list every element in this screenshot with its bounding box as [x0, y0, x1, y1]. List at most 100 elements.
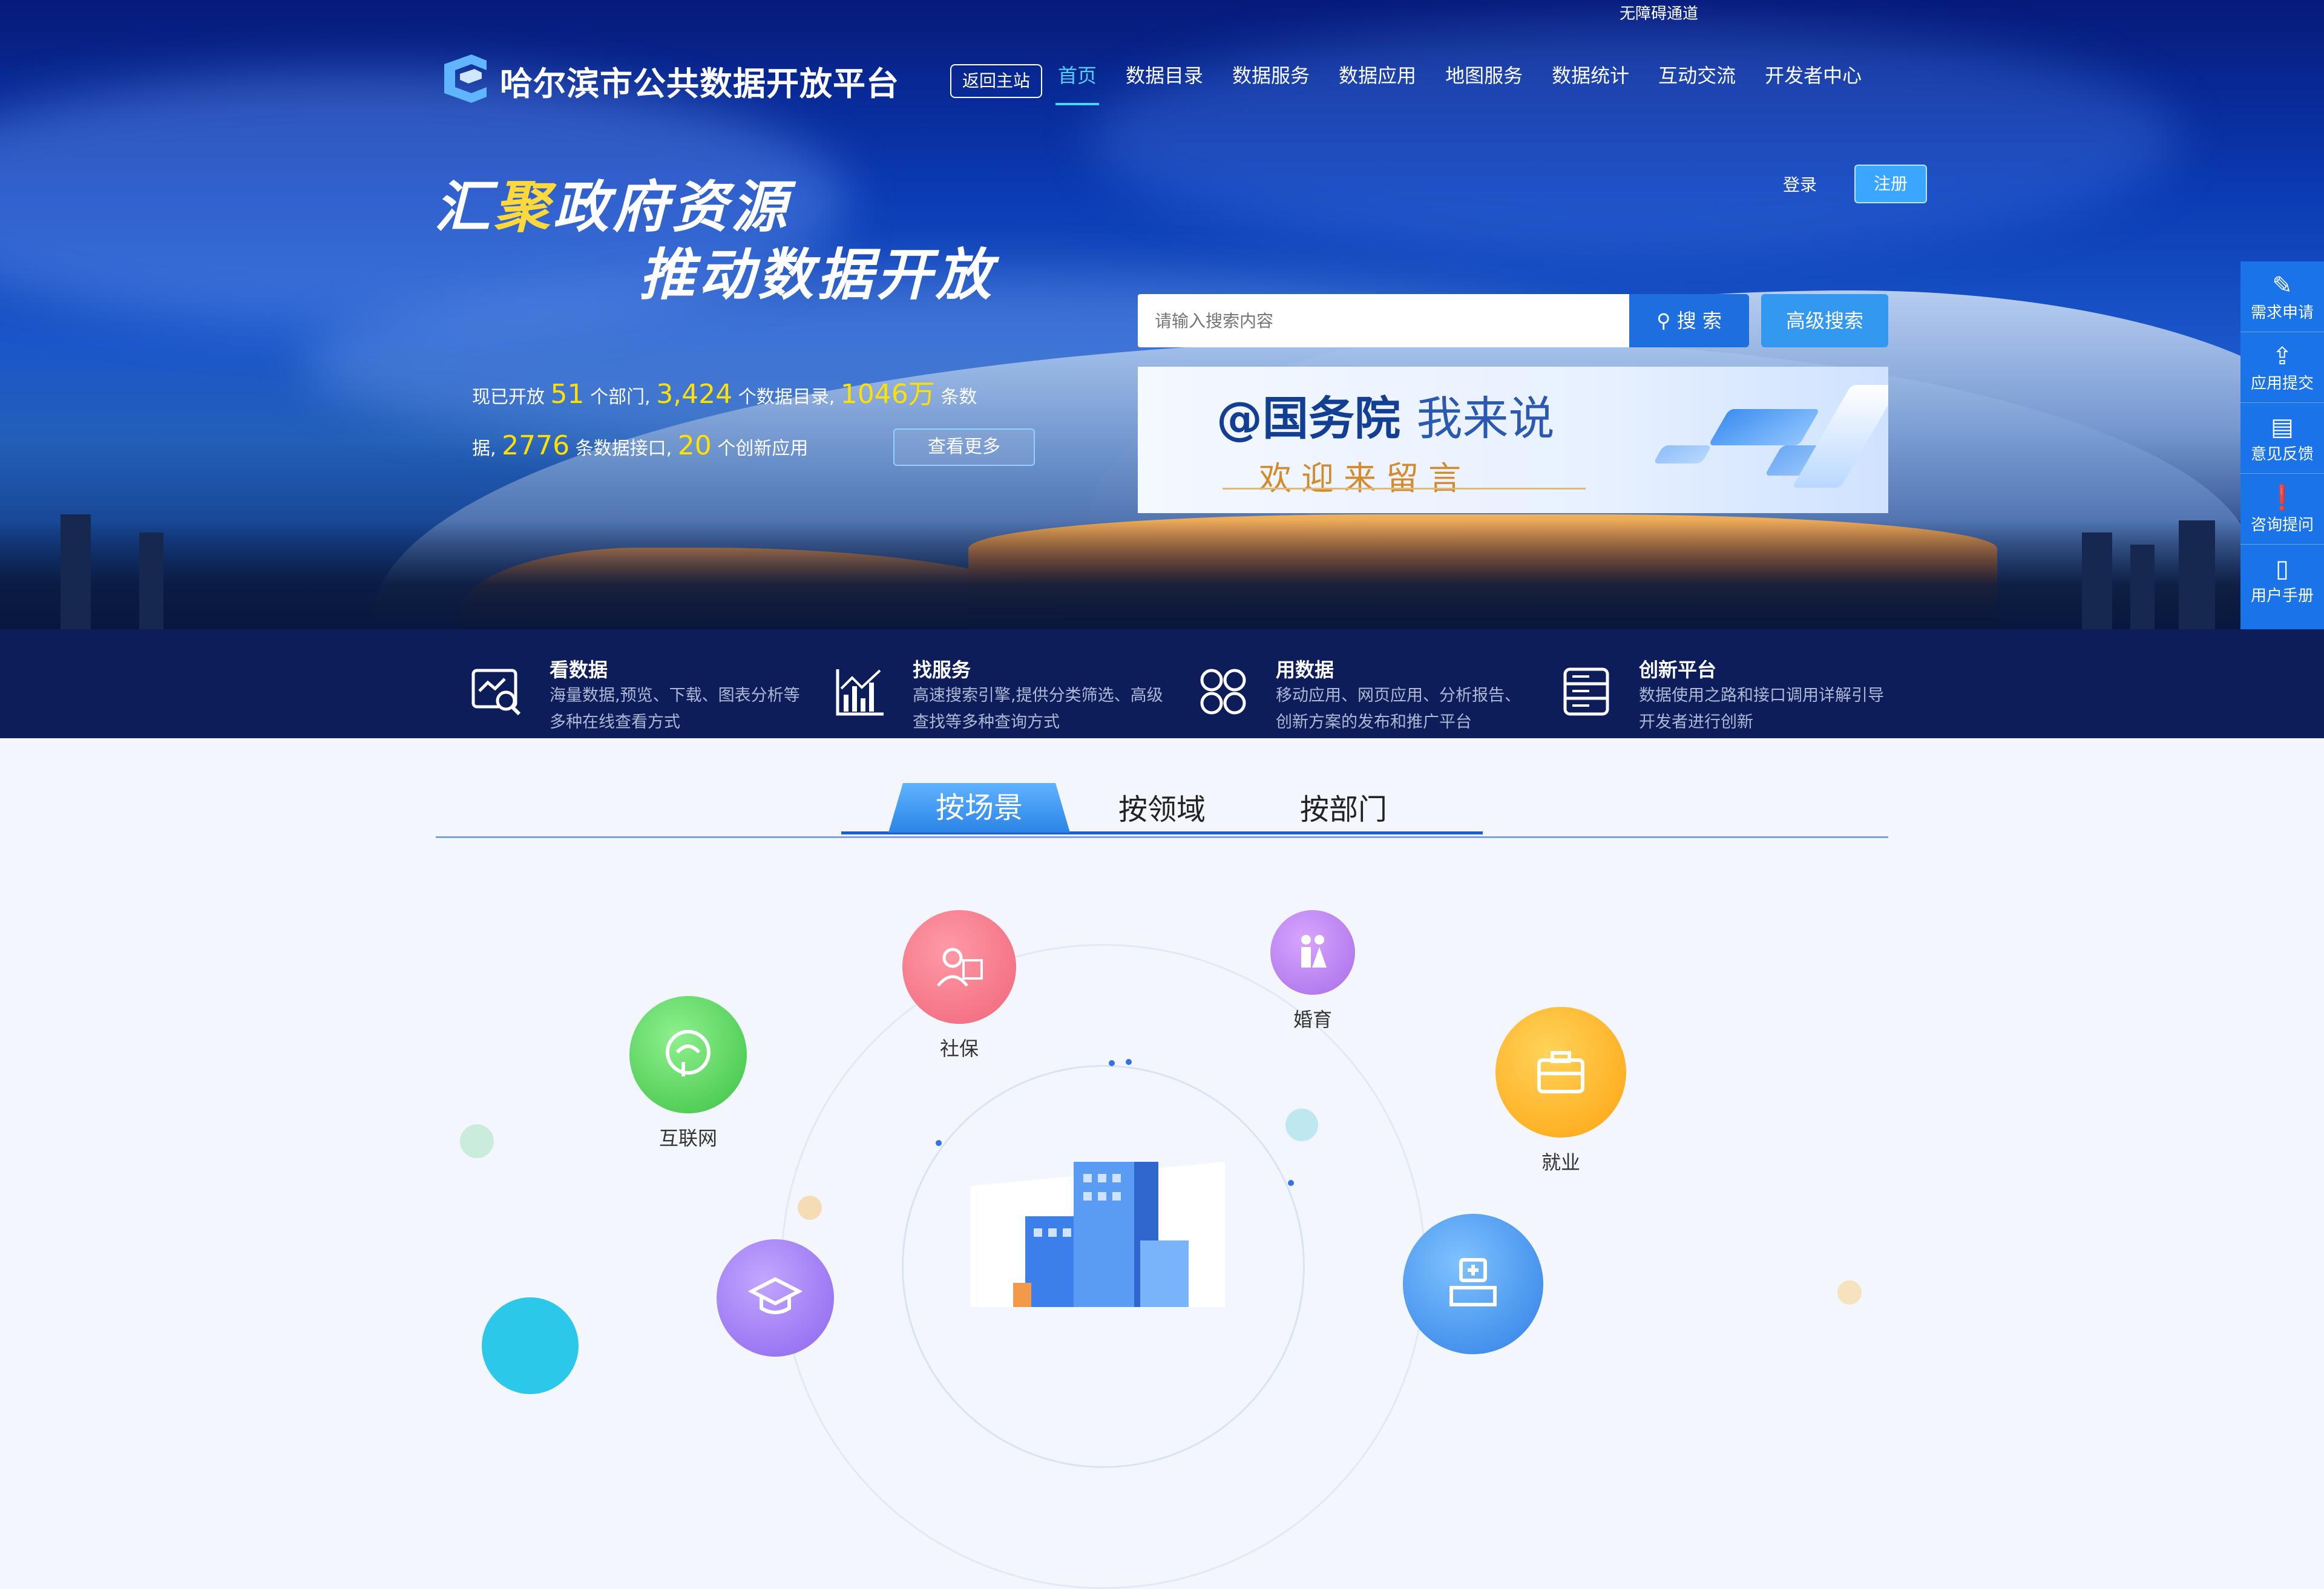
- promo-banner[interactable]: @国务院 我来说 欢迎来留言: [1138, 367, 1888, 513]
- sidebar-label: 需求申请: [2250, 304, 2314, 322]
- medical-icon: [1403, 1214, 1543, 1354]
- sidebar-item-request[interactable]: ✎ 需求申请: [2240, 261, 2324, 332]
- stats-text: 个数据目录,: [738, 387, 835, 408]
- nav-data-service[interactable]: 数据服务: [1230, 61, 1312, 109]
- scene-partial-circle: [482, 1297, 579, 1394]
- side-toolbar: ✎ 需求申请 ⇪ 应用提交 ▤ 意见反馈 ❗ 咨询提问 ▯ 用户手册: [2240, 261, 2324, 631]
- feature-desc: 数据使用之路和接口调用详解引导开发者进行创新: [1639, 686, 1884, 732]
- main-nav: 首页 数据目录 数据服务 数据应用 地图服务 数据统计 互动交流 开发者中心: [1055, 61, 1888, 109]
- document-icon: ▤: [2271, 413, 2294, 441]
- sky-cloud: [1089, 24, 2179, 254]
- decor-dot: [460, 1124, 494, 1158]
- server-icon: [1563, 667, 1609, 716]
- alert-icon: ❗: [2267, 484, 2297, 512]
- tab-by-domain[interactable]: 按领域: [1118, 785, 1206, 828]
- sidebar-label: 意见反馈: [2250, 445, 2314, 464]
- scene-medical[interactable]: [1403, 1214, 1543, 1354]
- banner-title-sub: 我来说: [1416, 392, 1555, 445]
- nav-interaction[interactable]: 互动交流: [1656, 61, 1738, 109]
- slogan-char: 汇: [435, 174, 494, 240]
- family-icon: [1270, 910, 1355, 995]
- sidebar-item-feedback[interactable]: ▤ 意见反馈: [2240, 403, 2324, 474]
- nav-data-catalog[interactable]: 数据目录: [1123, 61, 1206, 109]
- decor-dot: [936, 1140, 942, 1146]
- sidebar-item-consult[interactable]: ❗ 咨询提问: [2240, 474, 2324, 545]
- feature-strip: 看数据 海量数据,预览、下载、图表分析等多种在线查看方式 找服务 高速搜索引擎,…: [0, 629, 2324, 738]
- building: [2130, 545, 2155, 629]
- stats-records: 1046万: [840, 379, 935, 410]
- search-input[interactable]: [1138, 294, 1629, 347]
- site-name: 哈尔滨市公共数据开放平台: [500, 65, 899, 103]
- scene-label: 婚育: [1293, 1008, 1332, 1031]
- briefcase-icon: [1495, 1007, 1626, 1138]
- feature-desc: 海量数据,预览、下载、图表分析等多种在线查看方式: [550, 686, 800, 732]
- nav-home[interactable]: 首页: [1055, 61, 1100, 109]
- apps-icon: [1200, 669, 1246, 715]
- nav-map-service[interactable]: 地图服务: [1443, 61, 1525, 109]
- feature-title: 找服务: [913, 658, 971, 681]
- scene-label: 社保: [939, 1037, 979, 1060]
- internet-icon: [629, 996, 747, 1113]
- tab-by-department[interactable]: 按部门: [1300, 785, 1387, 828]
- chart-icon: [836, 669, 884, 716]
- scene-education[interactable]: [717, 1239, 834, 1357]
- nav-data-stats[interactable]: 数据统计: [1549, 61, 1632, 109]
- back-to-main-button[interactable]: 返回主站: [950, 64, 1042, 98]
- view-data-icon: [471, 669, 521, 716]
- education-icon: [717, 1239, 834, 1357]
- search-button-label: 搜 索: [1676, 309, 1722, 332]
- city-skyline: [0, 520, 2324, 629]
- feature-title: 创新平台: [1639, 658, 1717, 681]
- decor-dot: [798, 1196, 822, 1220]
- banner-divider: [1223, 488, 1586, 490]
- sidebar-item-manual[interactable]: ▯ 用户手册: [2240, 545, 2324, 615]
- decor-dot: [1288, 1180, 1294, 1186]
- banner-illustration: [1708, 409, 1820, 445]
- search-button[interactable]: ⚲ 搜 索: [1629, 294, 1749, 347]
- decor-dot: [1285, 1109, 1318, 1141]
- feature-desc: 移动应用、网页应用、分析报告、创新方案的发布和推广平台: [1276, 686, 1521, 732]
- scene-label: 就业: [1541, 1151, 1580, 1174]
- scene-label: 互联网: [658, 1127, 717, 1150]
- stats-catalogs: 3,424: [656, 379, 733, 410]
- scene-internet[interactable]: 互联网: [629, 996, 747, 1151]
- stats-departments: 51: [550, 379, 585, 410]
- stats-text: 据,: [472, 438, 496, 459]
- accessibility-link[interactable]: 无障碍通道: [1620, 1, 1698, 24]
- scene-employment[interactable]: 就业: [1495, 1007, 1627, 1175]
- site-logo-icon: [444, 54, 487, 103]
- sidebar-item-submit-app[interactable]: ⇪ 应用提交: [2240, 332, 2324, 403]
- nav-developer[interactable]: 开发者中心: [1762, 61, 1864, 109]
- scene-social-security[interactable]: 社保: [902, 910, 1017, 1061]
- stats-apps: 20: [677, 430, 712, 461]
- decor-dot: [1109, 1060, 1115, 1066]
- stats-text: 个部门,: [590, 387, 651, 408]
- city-illustration: [971, 1162, 1225, 1307]
- stats-text: 条数: [940, 387, 977, 408]
- social-security-icon: [902, 910, 1016, 1024]
- banner-title: @国务院 我来说: [1216, 381, 1554, 448]
- login-link[interactable]: 登录: [1783, 172, 1817, 196]
- tab-by-scene[interactable]: 按场景: [888, 783, 1070, 833]
- building: [2179, 520, 2215, 629]
- banner-title-main: @国务院: [1216, 392, 1400, 445]
- building: [2082, 532, 2112, 629]
- scene-marriage[interactable]: 婚育: [1269, 910, 1357, 1032]
- banner-illustration: [1791, 385, 1888, 488]
- banner-illustration: [1653, 445, 1712, 464]
- building: [61, 514, 91, 629]
- slogan-line-2: 推动数据开放: [639, 242, 996, 307]
- register-button[interactable]: 注册: [1854, 165, 1927, 203]
- feature-title: 看数据: [550, 658, 608, 681]
- sidebar-label: 应用提交: [2250, 375, 2314, 393]
- feature-desc: 高速搜索引擎,提供分类筛选、高级查找等多种查询方式: [913, 686, 1163, 732]
- advanced-search-button[interactable]: 高级搜索: [1761, 294, 1888, 347]
- sidebar-label: 用户手册: [2250, 587, 2314, 605]
- book-icon: ▯: [2275, 555, 2289, 583]
- decor-dot: [1126, 1059, 1132, 1065]
- banner-subtitle: 欢迎来留言: [1259, 459, 1471, 497]
- slogan-char-highlight: 聚: [494, 174, 554, 240]
- view-more-button[interactable]: 查看更多: [893, 428, 1035, 466]
- upload-icon: ⇪: [2272, 342, 2293, 370]
- nav-data-app[interactable]: 数据应用: [1336, 61, 1419, 109]
